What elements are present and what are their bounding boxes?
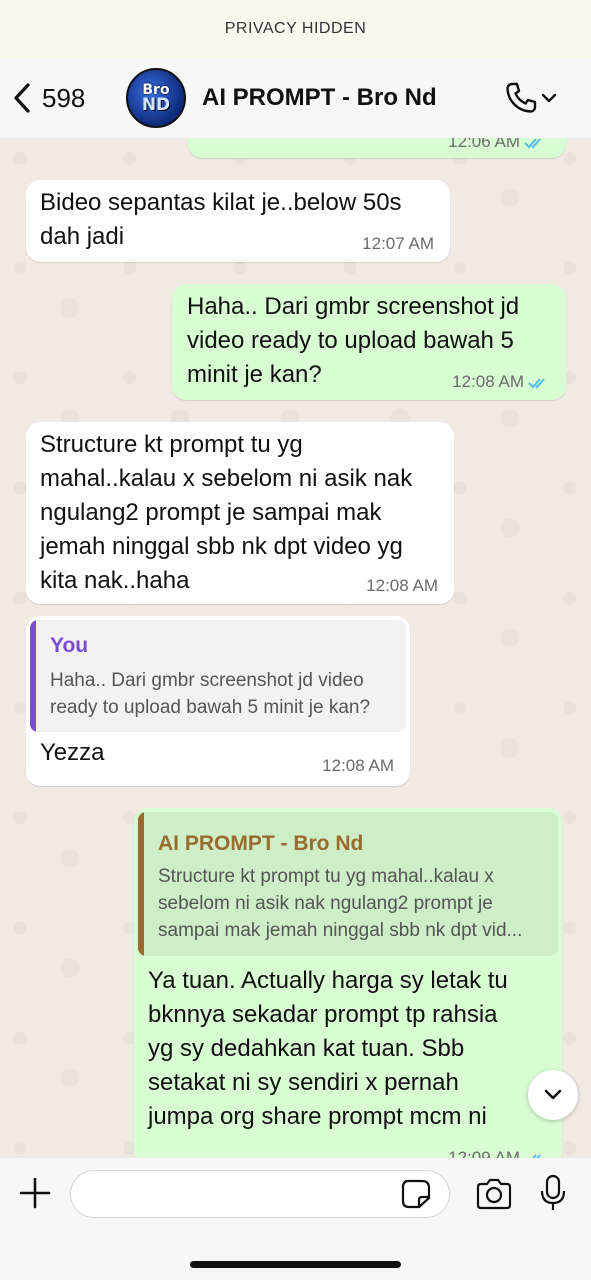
home-indicator xyxy=(190,1261,401,1268)
microphone-icon[interactable] xyxy=(540,1174,566,1212)
quote-author: You xyxy=(50,634,89,657)
message-line: Bideo sepantas kilat je..below 50s xyxy=(40,189,402,216)
scroll-to-bottom-button[interactable] xyxy=(528,1070,578,1120)
message-text: Structure kt prompt tu yg mahal..kalau x… xyxy=(40,428,412,598)
call-button[interactable] xyxy=(503,80,557,116)
message-bubble-outgoing[interactable]: Haha.. Dari gmbr screenshot jd video rea… xyxy=(172,284,566,400)
quote-bar xyxy=(30,620,36,732)
read-ticks-icon xyxy=(528,377,545,388)
unread-count: 598 xyxy=(42,82,86,113)
avatar[interactable]: Bro ND xyxy=(126,68,186,128)
chevron-down-icon xyxy=(541,93,557,103)
message-bubble-incoming[interactable]: Bideo sepantas kilat je..below 50s dah j… xyxy=(26,180,450,262)
quoted-message[interactable]: You Haha.. Dari gmbr screenshot jd video… xyxy=(30,620,406,732)
quote-line: sampai mak jemah ninggal sbb nk dpt vid.… xyxy=(158,920,523,941)
message-line: Ya tuan. Actually harga sy letak tu xyxy=(148,967,508,994)
message-line: kita nak..haha xyxy=(40,567,190,594)
message-line: mahal..kalau x sebelom ni asik nak xyxy=(40,465,413,492)
message-time: 12:08 AM xyxy=(322,756,394,775)
quote-line: Structure kt prompt tu yg mahal..kalau x xyxy=(158,866,494,887)
message-line: ngulang2 prompt je sampai mak xyxy=(40,499,382,526)
quote-line: Haha.. Dari gmbr screenshot jd video xyxy=(50,670,364,691)
message-bubble-outgoing-reply[interactable]: AI PROMPT - Bro Nd Structure kt prompt t… xyxy=(134,808,562,1158)
quote-bar xyxy=(138,812,144,956)
message-line: jemah ninggal sbb nk dpt video yg xyxy=(40,533,403,560)
message-line: Haha.. Dari gmbr screenshot jd xyxy=(187,293,520,320)
message-time: 12:07 AM xyxy=(362,234,434,253)
chat-header: 598 Bro ND AI PROMPT - Bro Nd xyxy=(0,58,591,138)
privacy-banner: PRIVACY HIDDEN xyxy=(0,0,591,58)
message-bubble-incoming-reply[interactable]: You Haha.. Dari gmbr screenshot jd video… xyxy=(26,616,410,786)
read-ticks-icon xyxy=(524,138,541,148)
message-text: Ya tuan. Actually harga sy letak tu bknn… xyxy=(148,964,508,1134)
message-bubble-outgoing[interactable]: 12:06 AM xyxy=(188,138,566,158)
avatar-logo-text-2: ND xyxy=(141,94,171,115)
quote-text: Structure kt prompt tu yg mahal..kalau x… xyxy=(158,863,522,944)
message-line: bknnya sekadar prompt tp rahsia xyxy=(148,1001,498,1028)
chevron-left-icon xyxy=(14,83,30,113)
contact-name[interactable]: AI PROMPT - Bro Nd xyxy=(202,84,503,112)
message-line: yg sy dedahkan kat tuan. Sbb xyxy=(148,1035,465,1062)
message-line: Structure kt prompt tu yg xyxy=(40,431,303,458)
privacy-label: PRIVACY HIDDEN xyxy=(224,20,367,37)
message-input[interactable] xyxy=(87,1171,391,1217)
message-time: 12:06 AM xyxy=(448,138,548,152)
message-line: jumpa org share prompt mcm ni xyxy=(148,1103,487,1130)
message-time: 12:09 AM xyxy=(448,1148,548,1158)
chat-area[interactable]: 12:06 AM Bideo sepantas kilat je..below … xyxy=(0,138,591,1158)
quote-text: Haha.. Dari gmbr screenshot jd video rea… xyxy=(50,667,370,721)
message-line: video ready to upload bawah 5 xyxy=(187,327,514,354)
back-button[interactable]: 598 xyxy=(10,81,110,115)
message-text: Bideo sepantas kilat je..below 50s dah j… xyxy=(40,186,402,254)
message-time: 12:08 AM xyxy=(366,576,438,595)
message-time: 12:08 AM xyxy=(452,372,552,392)
camera-icon[interactable] xyxy=(475,1178,513,1210)
quote-author: AI PROMPT - Bro Nd xyxy=(158,832,364,855)
phone-icon xyxy=(506,82,537,113)
plus-icon[interactable] xyxy=(18,1176,52,1210)
message-text: Yezza xyxy=(40,739,105,766)
message-line: dah jadi xyxy=(40,223,125,250)
quote-line: sebelom ni asik nak ngulang2 prompt je xyxy=(158,893,493,914)
message-line: setakat ni sy sendiri x pernah xyxy=(148,1069,459,1096)
message-input-container[interactable] xyxy=(70,1170,450,1218)
chevron-down-icon xyxy=(544,1089,562,1100)
message-bubble-incoming[interactable]: Structure kt prompt tu yg mahal..kalau x… xyxy=(26,422,454,604)
sticker-icon[interactable] xyxy=(400,1178,432,1210)
quote-line: ready to upload bawah 5 minit je kan? xyxy=(50,697,371,718)
quoted-message[interactable]: AI PROMPT - Bro Nd Structure kt prompt t… xyxy=(138,812,558,956)
